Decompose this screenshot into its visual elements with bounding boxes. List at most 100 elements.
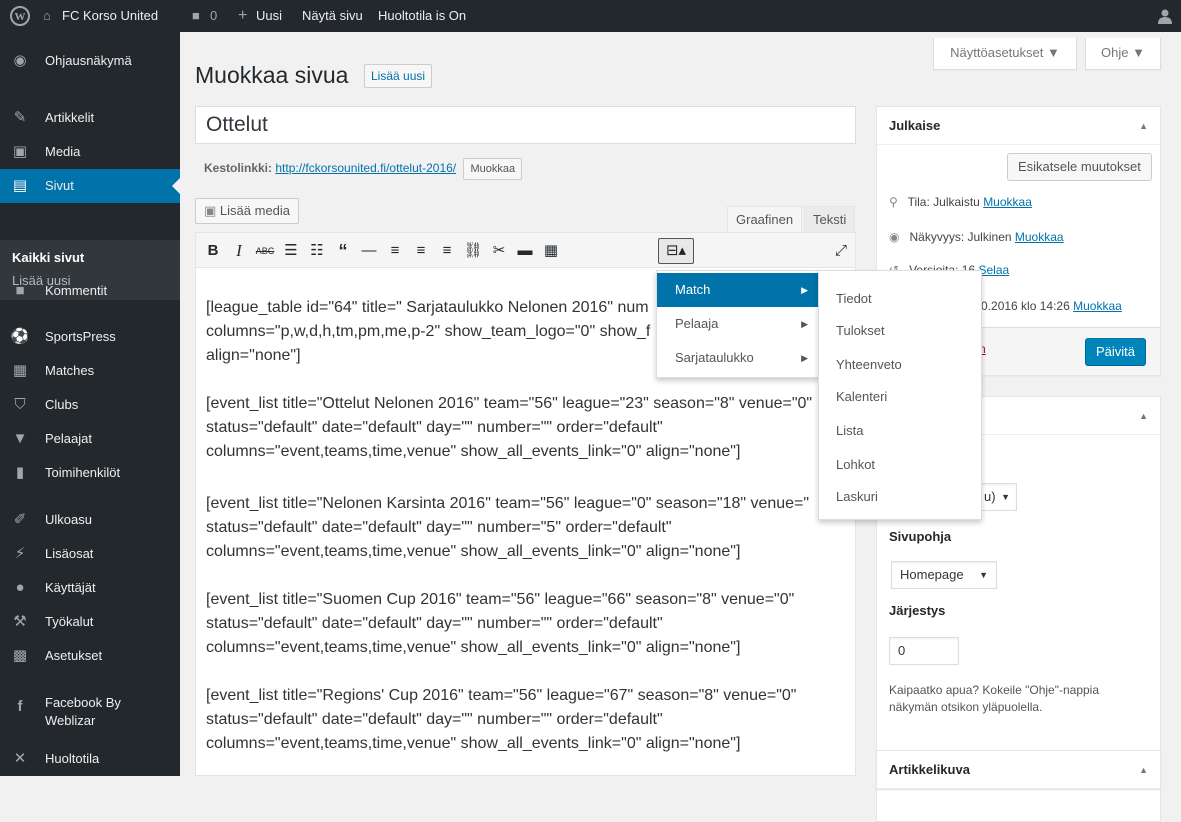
published-date: .10.2016 klo 14:26 [971,299,1070,313]
featured-image-header[interactable]: Artikkelikuva ▲ [877,751,1160,789]
visibility-label: Näkyvyys: Julkinen [909,230,1012,244]
menu-item-match[interactable]: Match ▶ [657,273,818,307]
shortcode-menu-icon[interactable]: ⊟▴ [658,238,694,264]
numbered-list-icon[interactable]: ☷ [306,240,328,262]
collapse-icon[interactable]: ▲ [1139,751,1148,789]
chevron-right-icon: ▶ [801,319,808,329]
sidebar-item-matches[interactable]: ▦ Matches [0,354,180,388]
submenu-item-results[interactable]: Tulokset [836,321,885,341]
order-input[interactable]: 0 [889,637,959,665]
status-edit-link[interactable]: Muokkaa [983,195,1032,209]
collapse-icon[interactable]: ▲ [1139,397,1148,435]
sidebar-item-players[interactable]: ▼ Pelaajat [0,422,180,456]
comment-count[interactable]: 0 [210,0,217,32]
date-edit-link[interactable]: Muokkaa [1073,299,1122,313]
sidebar-item-label: Ohjausnäkymä [45,53,132,68]
plus-icon[interactable]: + [238,0,247,32]
link-icon[interactable]: ⛓ [462,240,484,262]
align-left-icon[interactable]: ≡ [384,240,406,262]
chevron-down-icon: ▼ [979,570,988,580]
maintenance-link[interactable]: Huoltotila is On [378,0,466,32]
plugin-icon: ⚡ [14,545,26,562]
text-line: columns="event,teams,time,venue" show_al… [206,543,741,560]
toolbar-toggle-icon[interactable]: ▦ [540,240,562,262]
shortcode-paragraph: [event_list title="Regions' Cup 2016" te… [206,684,846,756]
permalink-edit-button[interactable]: Muokkaa [463,158,523,180]
user-account-icon[interactable] [1157,0,1173,32]
sidebar-item-posts[interactable]: ✎ Artikkelit [0,101,180,135]
tab-visual[interactable]: Graafinen [727,206,803,232]
visibility-edit-link[interactable]: Muokkaa [1015,230,1064,244]
submenu-item-details[interactable]: Tiedot [836,289,872,309]
sidebar-item-maintenance[interactable]: ✕ Huoltotila [0,742,180,776]
submenu-item-blocks[interactable]: Lohkot [836,455,875,475]
read-more-icon[interactable]: ▬ [514,240,536,262]
facebook-label-line2: Weblizar [45,713,96,728]
strikethrough-icon[interactable]: ABC [254,240,276,262]
sidebar-item-label: SportsPress [45,329,116,344]
sidebar-item-plugins[interactable]: ⚡ Lisäosat [0,537,180,571]
sidebar-item-facebook[interactable]: f Facebook By Weblizar [0,688,180,734]
bold-icon[interactable]: B [202,240,224,262]
menu-item-league-table[interactable]: Sarjataulukko ▶ [657,341,818,375]
sidebar-item-clubs[interactable]: ⛉ Clubs [0,388,180,422]
comment-bubble-icon[interactable]: ■ [192,0,200,32]
sidebar-item-pages[interactable]: ▤ Sivut [0,169,180,203]
align-center-icon[interactable]: ≡ [410,240,432,262]
post-title-input[interactable]: Ottelut [195,106,856,144]
sidebar-item-users[interactable]: ● Käyttäjät [0,571,180,605]
sidebar-item-sportspress[interactable]: ⚽ SportsPress [0,320,180,354]
chevron-right-icon: ▶ [801,285,808,295]
sidebar-item-tools[interactable]: ⚒ Työkalut [0,605,180,639]
user-icon: ● [15,579,25,596]
submenu-item-summary[interactable]: Yhteenveto [836,355,902,375]
help-button[interactable]: Ohje ▼ [1085,38,1161,70]
fullscreen-icon[interactable]: ⤢ [830,240,852,262]
sidebar-item-label: Kommentit [45,283,108,298]
sidebar-item-settings[interactable]: ▩ Asetukset [0,639,180,673]
home-icon[interactable]: ⌂ [43,0,51,32]
preview-changes-button[interactable]: Esikatsele muutokset [1007,153,1152,181]
sidebar-item-media[interactable]: ▣ Media [0,135,180,169]
sidebar-item-label: Lisäosat [45,546,94,561]
template-label: Sivupohja [889,529,952,544]
text-line: [event_list title="Ottelut Nelonen 2016"… [206,395,813,412]
italic-icon[interactable]: I [228,240,250,262]
template-select[interactable]: Homepage ▼ [891,561,997,589]
align-right-icon[interactable]: ≡ [436,240,458,262]
horizontal-line-icon[interactable]: — [358,240,380,262]
publish-box-header[interactable]: Julkaise ▲ [877,107,1160,145]
page-title: Muokkaa sivua [195,62,349,88]
text-line: columns="event,teams,time,venue" show_al… [206,443,741,460]
collapse-icon[interactable]: ▲ [1139,107,1148,145]
view-page-link[interactable]: Näytä sivu [302,0,363,32]
submenu-item-counter[interactable]: Laskuri [836,487,878,507]
blockquote-icon[interactable]: “ [332,240,354,262]
new-content-link[interactable]: Uusi [256,0,282,32]
add-media-button[interactable]: ▣ Lisää media [195,198,300,224]
submenu-item-calendar[interactable]: Kalenteri [836,387,887,407]
sidebar-item-appearance[interactable]: ✐ Ulkoasu [0,503,180,537]
screen-options-button[interactable]: Näyttöasetukset ▼ [933,38,1077,70]
shortcode-dropdown: Match ▶ Pelaaja ▶ Sarjataulukko ▶ [656,270,819,378]
submenu-all-pages[interactable]: Kaikki sivut [12,250,84,265]
tab-text[interactable]: Teksti [804,206,856,232]
add-new-button[interactable]: Lisää uusi [364,64,433,88]
site-name-link[interactable]: FC Korso United [62,0,158,32]
sidebar-item-dashboard[interactable]: ◉ Ohjausnäkymä [0,44,180,78]
text-line: columns="event,teams,time,venue" show_al… [206,639,741,656]
bullet-list-icon[interactable]: ☰ [280,240,302,262]
settings-icon: ▩ [12,647,28,664]
permalink-url-link[interactable]: http://fckorsounited.fi/ottelut-2016/ [275,161,456,175]
unlink-icon[interactable]: ✂ [488,240,510,262]
revisions-browse-link[interactable]: Selaa [978,263,1009,277]
featured-image-box: Artikkelikuva ▲ [876,750,1161,790]
admin-sidebar: ◉ Ohjausnäkymä ✎ Artikkelit ▣ Media ▤ Si… [0,32,180,776]
sidebar-item-staff[interactable]: ▮ Toimihenkilöt [0,456,180,490]
sidebar-item-comments[interactable]: ■ Kommentit [0,274,180,308]
menu-item-player[interactable]: Pelaaja ▶ [657,307,818,341]
submenu-item-list[interactable]: Lista [836,421,863,441]
sidebar-item-label: Työkalut [45,614,94,629]
update-button[interactable]: Päivitä [1085,338,1147,366]
wordpress-logo-icon[interactable]: W [10,0,30,32]
